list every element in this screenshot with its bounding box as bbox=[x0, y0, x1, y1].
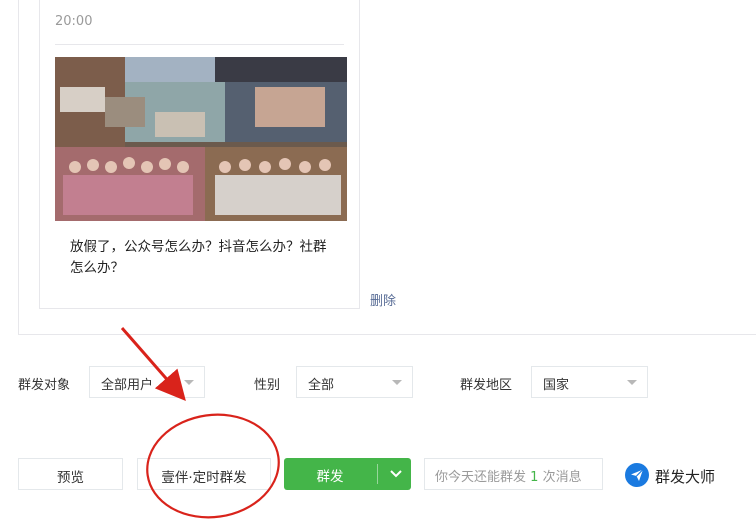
button-divider bbox=[377, 464, 378, 484]
chevron-down-icon bbox=[184, 380, 194, 385]
chevron-down-icon bbox=[392, 380, 402, 385]
article-card: 20:00 放假了，公众号怎么办？抖音怎么办？社群怎么办？ bbox=[39, 0, 360, 309]
chevron-down-icon bbox=[627, 380, 637, 385]
article-cover-image bbox=[55, 57, 347, 221]
send-filters: 群发对象 全部用户 性别 全部 群发地区 国家 bbox=[0, 366, 756, 398]
quota-prefix: 你今天还能群发 bbox=[435, 470, 527, 485]
target-select[interactable]: 全部用户 bbox=[89, 366, 205, 398]
quota-count: 1 bbox=[530, 470, 539, 485]
target-select-value: 全部用户 bbox=[101, 378, 154, 393]
paper-plane-icon bbox=[625, 463, 649, 491]
delete-link[interactable]: 删除 bbox=[370, 290, 396, 309]
chevron-down-icon[interactable] bbox=[389, 466, 403, 484]
target-label: 群发对象 bbox=[18, 378, 71, 393]
preview-button[interactable]: 预览 bbox=[18, 458, 123, 490]
article-divider bbox=[55, 44, 344, 45]
region-select[interactable]: 国家 bbox=[531, 366, 648, 398]
mass-send-master-label: 群发大师 bbox=[655, 468, 716, 486]
region-select-value: 国家 bbox=[543, 378, 570, 393]
gender-select-value: 全部 bbox=[308, 378, 335, 393]
region-label: 群发地区 bbox=[460, 378, 513, 393]
mass-send-label: 群发 bbox=[316, 469, 344, 485]
quota-suffix: 次消息 bbox=[542, 470, 582, 485]
scheduled-send-button[interactable]: 壹伴·定时群发 bbox=[137, 458, 271, 490]
gender-select[interactable]: 全部 bbox=[296, 366, 413, 398]
send-quota-info: 你今天还能群发 1 次消息 bbox=[424, 458, 603, 490]
article-title-text: 放假了，公众号怎么办？抖音怎么办？社群怎么办？ bbox=[70, 239, 327, 276]
mass-send-button[interactable]: 群发 bbox=[284, 458, 411, 490]
gender-label: 性别 bbox=[254, 378, 281, 393]
article-time: 20:00 bbox=[55, 14, 93, 29]
